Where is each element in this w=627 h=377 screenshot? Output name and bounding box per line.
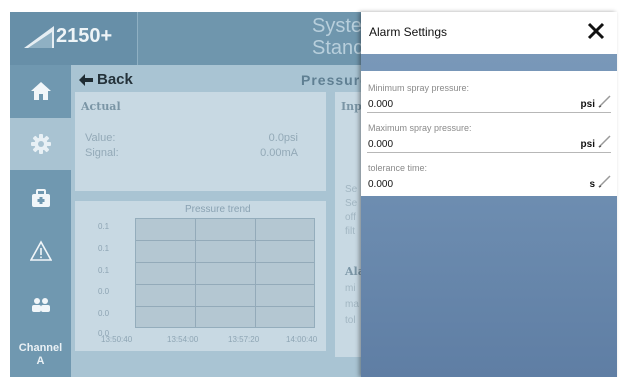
sidebar-item-alarms[interactable] [10, 225, 71, 277]
arrow-left-icon [79, 73, 93, 86]
sidebar-item-service[interactable] [10, 172, 71, 224]
pencil-icon[interactable] [598, 135, 611, 148]
field-unit: psi [580, 139, 595, 150]
y-tick: 0.1 [98, 244, 110, 253]
y-tick: 0.1 [98, 266, 110, 275]
sidebar-item-users[interactable] [10, 278, 71, 330]
x-tick: 13:57:20 [228, 335, 260, 344]
logo-area: 2150+ [10, 12, 138, 65]
dialog-header: Alarm Settings [361, 12, 617, 54]
grid-line [136, 240, 314, 241]
field-label: Maximum spray pressure: [368, 123, 472, 133]
actual-card: Actual Value: 0.0psi Signal: 0.00mA [75, 92, 326, 191]
grid-line [255, 219, 256, 327]
grid-line [136, 284, 314, 285]
y-tick: 0.0 [98, 309, 110, 318]
system-title-line1: Syste [312, 15, 363, 37]
back-button[interactable]: Back [79, 71, 133, 88]
device-logo-icon [24, 26, 54, 48]
x-tick: 13:54:00 [167, 335, 199, 344]
channel-value: A [36, 355, 45, 367]
toolbox-icon [31, 189, 50, 207]
max-pressure-field[interactable]: Maximum spray pressure: 0.000 psi [361, 119, 617, 153]
field-value[interactable]: 0.000 [368, 99, 393, 110]
grid-line [195, 219, 196, 327]
value-reading: 0.0psi [268, 132, 298, 144]
field-unit: psi [580, 99, 595, 110]
sidebar-item-settings[interactable] [10, 118, 71, 170]
back-label: Back [97, 71, 133, 88]
home-icon [30, 82, 51, 100]
field-unit: s [589, 179, 595, 190]
field-underline [367, 152, 611, 153]
input-row: Se [345, 184, 358, 195]
signal-label: Signal: [85, 147, 119, 159]
page-title: Pressure [301, 72, 369, 88]
value-label: Value: [85, 132, 116, 144]
grid-line [136, 306, 314, 307]
channel-label: Channel [18, 342, 63, 354]
alarm-settings-dialog: Alarm Settings Minimum spray pressure: 0… [361, 12, 617, 377]
trend-card: Pressure trend 0.1 0.1 0.1 0.0 0.0 0.0 1… [75, 201, 326, 351]
system-title: Syste Stanc [312, 15, 363, 59]
x-tick: 14:00:40 [286, 335, 318, 344]
signal-reading: 0.00mA [260, 147, 298, 159]
x-tick: 13:50:40 [101, 335, 133, 344]
field-value[interactable]: 0.000 [368, 179, 393, 190]
actual-title: Actual [81, 100, 121, 113]
gear-icon [30, 134, 51, 154]
field-label: Minimum spray pressure: [368, 83, 470, 93]
grid-line [136, 262, 314, 263]
system-title-line2: Stanc [312, 37, 364, 59]
alarm-row: ma [345, 299, 359, 310]
device-frame: 2150+ Syste Stanc Channel A Back Pressur… [0, 0, 627, 377]
model-label: 2150+ [56, 25, 113, 47]
y-tick: 0.0 [98, 287, 110, 296]
min-pressure-field[interactable]: Minimum spray pressure: 0.000 psi [361, 79, 617, 113]
close-button[interactable] [583, 18, 609, 44]
input-row: Se [345, 198, 358, 209]
alarm-row: mi [345, 283, 356, 294]
channel-selector[interactable]: Channel A [10, 342, 71, 368]
warning-icon [29, 240, 52, 261]
pencil-icon[interactable] [598, 175, 611, 188]
alarm-row: tol [345, 315, 356, 326]
sidebar: Channel A [10, 65, 71, 377]
dialog-body: Minimum spray pressure: 0.000 psi Maximu… [361, 71, 617, 196]
field-label: tolerance time: [368, 163, 428, 173]
field-underline [367, 112, 611, 113]
field-value[interactable]: 0.000 [368, 139, 393, 150]
sidebar-item-home[interactable] [10, 65, 71, 117]
trend-title: Pressure trend [185, 204, 251, 215]
users-icon [31, 298, 50, 312]
y-tick: 0.1 [98, 222, 110, 231]
pencil-icon[interactable] [598, 95, 611, 108]
input-card-title: Inp [341, 100, 362, 113]
close-icon [587, 22, 605, 40]
dialog-title: Alarm Settings [369, 25, 448, 39]
input-row: off [345, 212, 356, 223]
tolerance-time-field[interactable]: tolerance time: 0.000 s [361, 159, 617, 193]
trend-plot [135, 218, 315, 328]
input-row: filt [345, 226, 355, 237]
